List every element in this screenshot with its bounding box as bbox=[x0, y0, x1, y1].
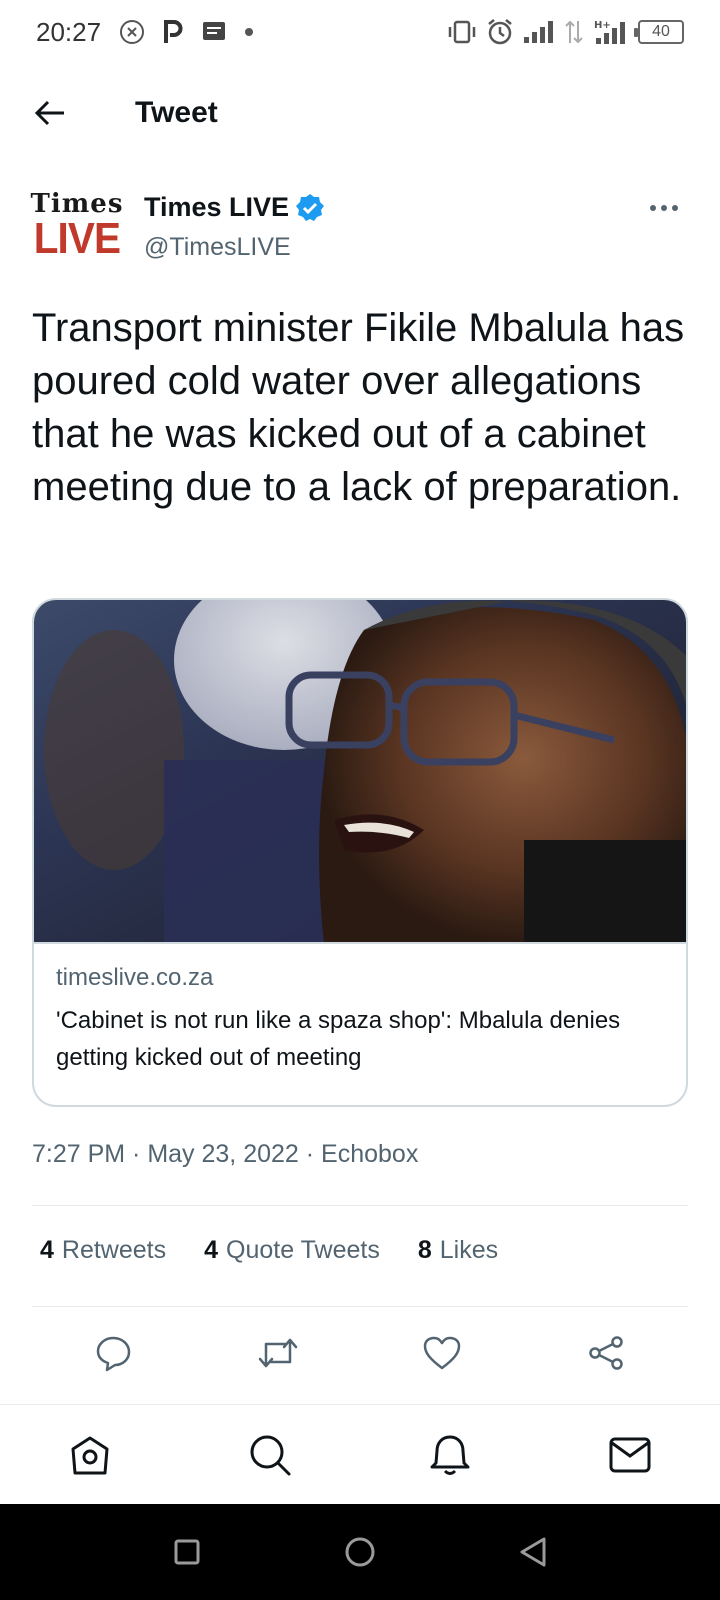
message-app-icon bbox=[203, 22, 226, 40]
tweet-date: May 23, 2022 bbox=[147, 1140, 299, 1168]
author-row: Times LIVE Times LIVE @TimesLIVE bbox=[31, 186, 688, 276]
nav-messages[interactable] bbox=[590, 1415, 670, 1495]
like-button[interactable] bbox=[412, 1328, 472, 1378]
meta-separator-1: · bbox=[125, 1140, 148, 1168]
share-button[interactable] bbox=[576, 1328, 636, 1378]
status-bar: 20:27 H+ 40 bbox=[0, 0, 720, 64]
vibrate-icon bbox=[448, 20, 476, 44]
status-notification-icons bbox=[119, 19, 255, 45]
card-image bbox=[34, 600, 686, 944]
link-card[interactable]: timeslive.co.za 'Cabinet is not run like… bbox=[32, 598, 688, 1107]
status-time: 20:27 bbox=[36, 16, 102, 47]
divider-middle bbox=[32, 1306, 688, 1307]
svg-text:H+: H+ bbox=[594, 20, 611, 31]
home-circle-icon bbox=[345, 1537, 375, 1567]
reply-icon bbox=[96, 1336, 131, 1372]
verified-badge-icon bbox=[296, 193, 325, 221]
retweet-button[interactable] bbox=[248, 1328, 308, 1378]
recents-icon bbox=[174, 1539, 200, 1565]
data-transfer-icon bbox=[565, 20, 583, 44]
action-bar bbox=[32, 1328, 688, 1378]
user-handle[interactable]: @TimesLIVE bbox=[144, 233, 325, 262]
more-horizontal-icon bbox=[650, 205, 678, 211]
nav-notifications[interactable] bbox=[410, 1415, 490, 1495]
author-names: Times LIVE @TimesLIVE bbox=[144, 186, 325, 262]
bottom-navigation bbox=[0, 1404, 720, 1504]
meta-separator-2: · bbox=[298, 1140, 322, 1168]
heart-icon bbox=[423, 1336, 461, 1370]
reply-button[interactable] bbox=[84, 1328, 144, 1378]
retweets-label: Retweets bbox=[61, 1236, 167, 1264]
likes-count: 8 bbox=[417, 1236, 432, 1264]
tweet-meta: 7:27 PM · May 23, 2022 · Echobox bbox=[32, 1140, 418, 1169]
signal-h-plus-icon: H+ bbox=[594, 20, 625, 44]
retweets-stat[interactable]: 4 Retweets bbox=[40, 1236, 166, 1265]
tweet-text: Transport minister Fikile Mbalula has po… bbox=[32, 306, 685, 509]
retweet-icon bbox=[258, 1338, 298, 1368]
card-domain: timeslive.co.za bbox=[56, 964, 214, 991]
quote-tweets-stat[interactable]: 4 Quote Tweets bbox=[204, 1236, 380, 1265]
card-title: 'Cabinet is not run like a spaza shop': … bbox=[56, 1007, 621, 1071]
quote-tweets-count: 4 bbox=[204, 1236, 219, 1264]
signal-icon bbox=[524, 21, 553, 43]
likes-stat[interactable]: 8 Likes bbox=[418, 1236, 498, 1265]
system-home-button[interactable] bbox=[330, 1522, 390, 1582]
parking-app-icon bbox=[164, 20, 183, 43]
card-body: timeslive.co.za 'Cabinet is not run like… bbox=[34, 944, 686, 1096]
share-icon bbox=[589, 1336, 623, 1370]
tweet-source[interactable]: Echobox bbox=[321, 1140, 418, 1168]
blocked-notification-icon bbox=[120, 20, 145, 44]
more-options-button[interactable] bbox=[640, 190, 688, 226]
tweet-time: 7:27 PM bbox=[32, 1140, 126, 1168]
avatar[interactable]: Times LIVE bbox=[31, 186, 123, 266]
engagement-stats: 4 Retweets 4 Quote Tweets 8 Likes bbox=[40, 1236, 498, 1265]
page-title: Tweet bbox=[135, 96, 218, 129]
avatar-logo-line2: LIVE bbox=[33, 214, 121, 263]
search-icon bbox=[250, 1435, 291, 1475]
divider-top bbox=[32, 1205, 688, 1206]
card-photo-illustration bbox=[34, 600, 686, 942]
arrow-left-icon bbox=[34, 100, 64, 126]
likes-label: Likes bbox=[439, 1236, 499, 1264]
back-triangle-icon bbox=[520, 1537, 546, 1567]
system-back-button[interactable] bbox=[503, 1522, 563, 1582]
more-notifications-dot-icon bbox=[245, 28, 254, 36]
recents-button[interactable] bbox=[157, 1522, 217, 1582]
header: Tweet bbox=[0, 78, 720, 148]
system-navigation-bar bbox=[0, 1504, 720, 1600]
quote-tweets-label: Quote Tweets bbox=[226, 1236, 380, 1264]
status-system-icons: H+ 40 bbox=[446, 18, 684, 46]
alarm-icon bbox=[488, 19, 512, 45]
messages-icon bbox=[609, 1437, 651, 1472]
notifications-icon bbox=[430, 1435, 470, 1475]
nav-home[interactable] bbox=[50, 1415, 130, 1495]
battery-icon: 40 bbox=[634, 20, 684, 44]
display-name-row: Times LIVE bbox=[144, 192, 325, 223]
retweets-count: 4 bbox=[40, 1236, 54, 1264]
back-button[interactable] bbox=[20, 83, 80, 143]
home-icon bbox=[71, 1436, 109, 1474]
display-name[interactable]: Times LIVE bbox=[144, 192, 289, 223]
nav-search[interactable] bbox=[230, 1415, 310, 1495]
